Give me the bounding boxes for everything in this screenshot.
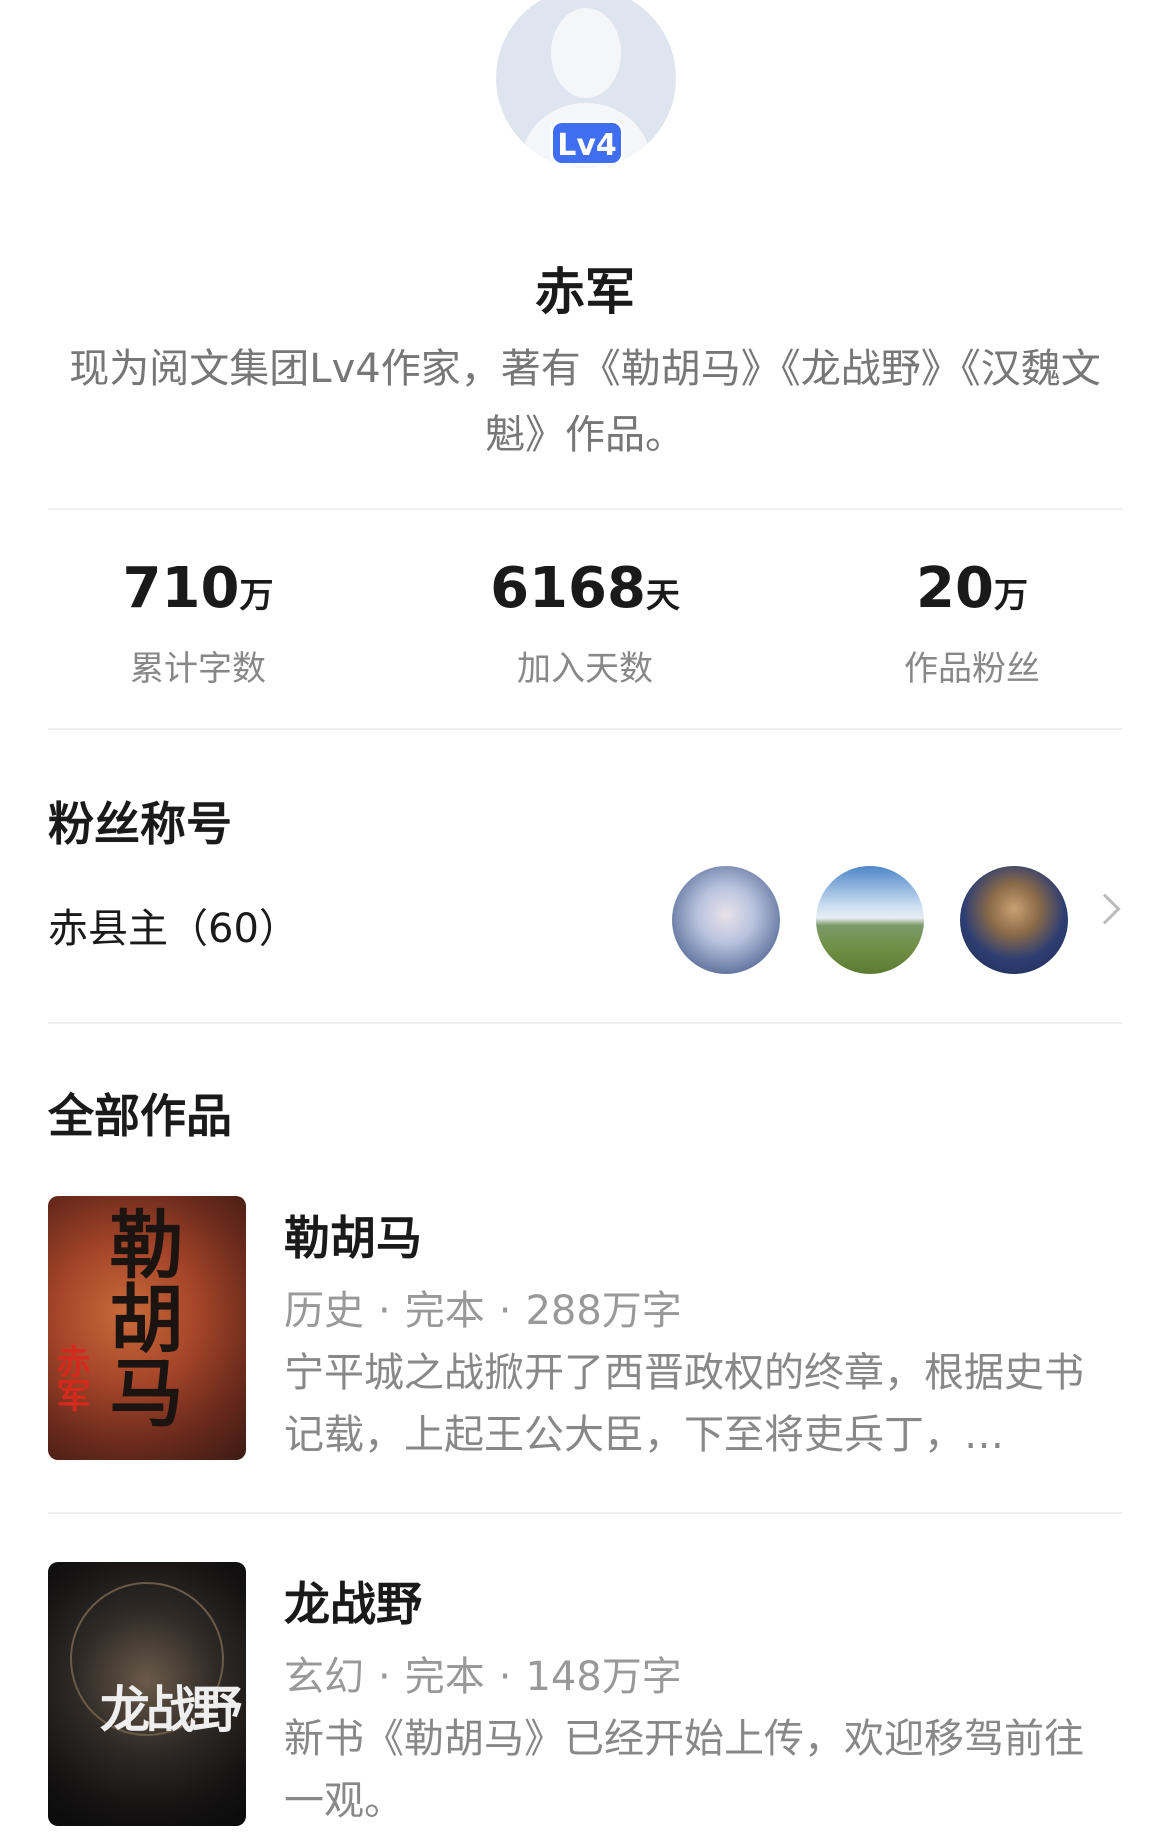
book-description: 新书《勒胡马》已经开始上传，欢迎移驾前往一观。 bbox=[284, 1716, 1084, 1824]
book-description: 宁平城之战掀开了西晋政权的终章，根据史书记载，上起王公大臣，下至将吏兵丁，… bbox=[284, 1350, 1084, 1458]
fan-avatar bbox=[672, 866, 780, 974]
book-word-count: 288万字 bbox=[525, 1288, 682, 1334]
stat-total-words: 710万 累计字数 bbox=[48, 556, 348, 690]
cover-title: 龙战野 bbox=[100, 1680, 242, 1739]
author-name: 赤军 bbox=[535, 263, 635, 321]
stat-value: 20 bbox=[916, 556, 994, 621]
fan-title-text: 赤县主（60） bbox=[48, 906, 299, 952]
stat-unit: 万 bbox=[239, 576, 274, 616]
book-status: 完本 bbox=[404, 1654, 485, 1700]
author-intro: 现为阅文集团Lv4作家，著有《勒胡马》《龙战野》《汉魏文魁》作品。 bbox=[69, 346, 1101, 458]
cover-author: 赤军 bbox=[50, 1344, 90, 1412]
stat-fans: 20万 作品粉丝 bbox=[822, 556, 1122, 690]
stat-unit: 万 bbox=[993, 576, 1028, 616]
stat-days-joined: 6168天 加入天数 bbox=[435, 556, 735, 690]
book-title: 龙战野 bbox=[284, 1577, 422, 1631]
stat-label: 累计字数 bbox=[130, 649, 266, 689]
stat-unit: 天 bbox=[645, 576, 680, 616]
stat-value: 710 bbox=[122, 556, 240, 621]
book-cover: 龙战野 bbox=[48, 1562, 246, 1826]
book-status: 完本 bbox=[404, 1288, 485, 1334]
divider bbox=[48, 508, 1122, 510]
book-title: 勒胡马 bbox=[284, 1211, 422, 1265]
divider bbox=[48, 728, 1122, 730]
divider bbox=[48, 1022, 1122, 1024]
book-meta: 历史 · 完本 · 288万字 bbox=[284, 1288, 682, 1334]
fan-avatar bbox=[960, 866, 1068, 974]
stat-label: 作品粉丝 bbox=[904, 649, 1040, 689]
works-heading: 全部作品 bbox=[48, 1089, 232, 1143]
book-word-count: 148万字 bbox=[525, 1654, 682, 1700]
cover-title: 勒胡马 bbox=[97, 1206, 183, 1428]
book-meta: 玄幻 · 完本 · 148万字 bbox=[284, 1654, 682, 1700]
fan-avatar bbox=[816, 866, 924, 974]
divider bbox=[48, 1512, 1122, 1514]
stat-value: 6168 bbox=[490, 556, 646, 621]
fan-title-heading: 粉丝称号 bbox=[48, 797, 232, 851]
level-badge: Lv4 bbox=[550, 120, 624, 166]
book-genre: 历史 bbox=[284, 1288, 364, 1334]
book-cover: 勒胡马 赤军 bbox=[48, 1196, 246, 1460]
book-item[interactable]: 勒胡马 赤军 勒胡马 历史 · 完本 · 288万字 宁平城之战掀开了西晋政权的终章，根… bbox=[48, 1196, 1122, 1460]
book-genre: 玄幻 bbox=[284, 1654, 364, 1700]
book-item[interactable]: 龙战野 龙战野 玄幻 · 完本 · 148万字 新书《勒胡马》已经开始上传，欢迎移驾前往… bbox=[48, 1562, 1122, 1826]
stat-label: 加入天数 bbox=[517, 649, 653, 689]
chevron-right-icon bbox=[1089, 893, 1121, 925]
